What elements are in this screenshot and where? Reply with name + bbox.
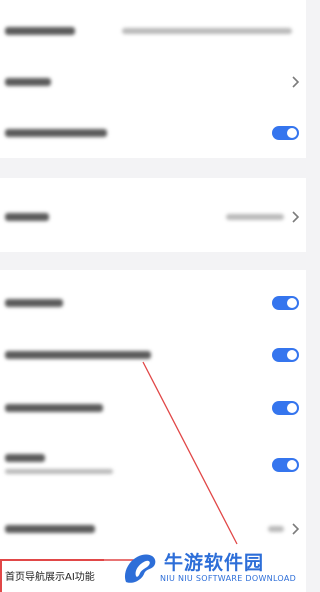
row5-label-blur (5, 299, 63, 307)
settings-section-storage (0, 178, 306, 252)
settings-row-5[interactable] (0, 292, 306, 314)
watermark-en-text: NIU NIU SOFTWARE DOWNLOAD (160, 574, 297, 583)
chevron-right-icon (292, 523, 300, 535)
row8-sublabel-blur (5, 469, 113, 474)
settings-row-9[interactable] (0, 518, 306, 540)
row3-toggle[interactable] (272, 126, 299, 140)
watermark-cn-text: 牛游软件园 (164, 552, 265, 574)
settings-row-4[interactable] (0, 206, 306, 228)
settings-section-features (0, 270, 306, 559)
settings-row-8[interactable] (0, 448, 306, 482)
download-path-row[interactable] (0, 20, 306, 42)
settings-row-2[interactable] (0, 71, 306, 93)
row3-label-blur (5, 129, 107, 137)
niuyou-logo-icon (124, 554, 156, 583)
home-nav-ai-label: 首页导航展示AI功能 (5, 572, 95, 583)
chevron-right-icon (292, 211, 300, 223)
row9-label-blur (5, 525, 95, 533)
row7-label-blur (5, 404, 103, 412)
row5-toggle[interactable] (272, 296, 299, 310)
row4-value-blur (226, 214, 284, 220)
chevron-right-icon (292, 76, 300, 88)
row9-value-blur (268, 526, 284, 532)
settings-row-6[interactable] (0, 344, 306, 366)
row6-label-blur (5, 351, 151, 359)
row8-toggle[interactable] (272, 458, 299, 472)
toggle-knob (287, 128, 297, 138)
row8-label-blur (5, 454, 45, 462)
settings-page: 首页导航展示AI功能 牛游软件园 NIU NIU SOFTWARE DOWNLO… (0, 0, 306, 592)
row4-label-blur (5, 213, 49, 221)
settings-section-general (0, 0, 306, 158)
settings-row-3[interactable] (0, 122, 306, 144)
row6-toggle[interactable] (272, 348, 299, 362)
toggle-knob (287, 403, 297, 413)
settings-row-7[interactable] (0, 397, 306, 419)
row7-toggle[interactable] (272, 401, 299, 415)
download-path-label-blur (5, 27, 75, 35)
toggle-knob (287, 298, 297, 308)
row2-label-blur (5, 78, 51, 86)
toggle-knob (287, 460, 297, 470)
watermark: 牛游软件园 NIU NIU SOFTWARE DOWNLOAD (120, 548, 306, 592)
download-path-value-blur (122, 28, 292, 34)
toggle-knob (287, 350, 297, 360)
